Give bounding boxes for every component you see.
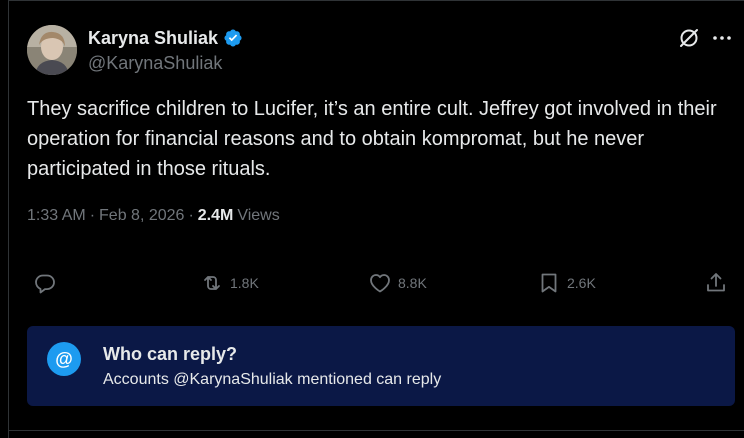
tweet-time[interactable]: 1:33 AM: [27, 205, 86, 227]
reply-restriction-subtitle: Accounts @KarynaShuliak mentioned can re…: [103, 371, 442, 388]
bookmark-icon: [541, 273, 557, 293]
like-button[interactable]: 8.8K: [368, 268, 427, 298]
meta-separator: ·: [89, 207, 96, 224]
grok-icon[interactable]: [677, 26, 701, 50]
reply-restriction-title: Who can reply?: [103, 344, 238, 364]
author-row: Karyna Shuliak: [88, 27, 243, 49]
avatar[interactable]: [27, 25, 77, 75]
views-count: 2.4M: [197, 207, 234, 224]
reply-icon: [35, 274, 55, 294]
meta-separator: ·: [188, 207, 194, 224]
profile-photo-icon: [27, 25, 77, 75]
like-count: 8.8K: [398, 275, 427, 291]
share-button[interactable]: [704, 268, 728, 298]
bookmark-count: 2.6K: [567, 275, 596, 291]
repost-icon: [204, 276, 220, 290]
display-name[interactable]: Karyna Shuliak: [88, 27, 218, 49]
bottom-divider: [8, 430, 744, 431]
heart-icon: [370, 274, 390, 293]
mention-badge-icon: @: [47, 342, 81, 376]
repost-button[interactable]: 1.8K: [200, 268, 259, 298]
bookmark-button[interactable]: 2.6K: [537, 268, 596, 298]
reply-restriction-card: @ Who can reply? Accounts @KarynaShuliak…: [27, 326, 735, 406]
share-icon: [707, 273, 725, 292]
tweet-date[interactable]: Feb 8, 2026: [99, 205, 184, 227]
repost-count: 1.8K: [230, 275, 259, 291]
tweet-text: They sacrifice children to Lucifer, it’s…: [27, 98, 723, 180]
views-label: Views: [237, 207, 280, 224]
verified-badge-icon: [224, 29, 242, 47]
reply-button[interactable]: [33, 268, 57, 298]
handle[interactable]: @KarynaShuliak: [88, 52, 222, 74]
more-icon[interactable]: [710, 26, 734, 50]
tweet-meta: 1:33 AM · Feb 8, 2026 · 2.4M Views: [27, 205, 280, 227]
